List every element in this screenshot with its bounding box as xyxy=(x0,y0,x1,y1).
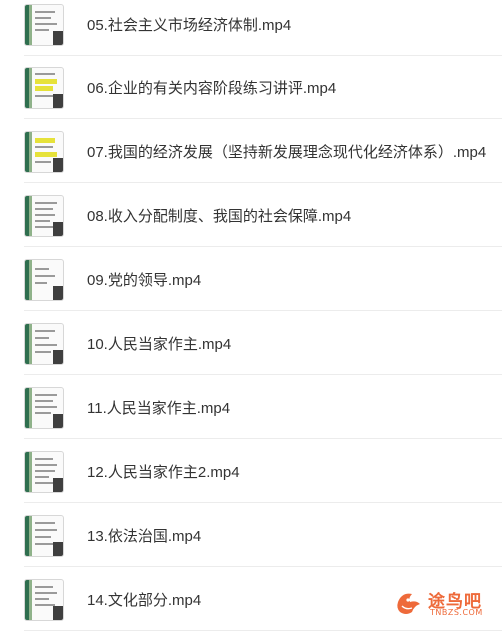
file-name: 07.我国的经济发展（坚持新发展理念现代化经济体系）.mp4 xyxy=(87,144,487,161)
file-name: 13.依法治国.mp4 xyxy=(87,528,202,545)
file-row-11[interactable]: 11.人民当家作主.mp4 xyxy=(24,377,502,439)
file-row-07[interactable]: 07.我国的经济发展（坚持新发展理念现代化经济体系）.mp4 xyxy=(24,121,502,183)
video-thumbnail-icon xyxy=(24,258,64,301)
file-row-08[interactable]: 08.收入分配制度、我国的社会保障.mp4 xyxy=(24,185,502,247)
file-name: 06.企业的有关内容阶段练习讲评.mp4 xyxy=(87,80,337,97)
video-thumbnail-icon xyxy=(24,3,64,46)
video-thumbnail-icon xyxy=(24,578,64,621)
file-row-09[interactable]: 09.党的领导.mp4 xyxy=(24,249,502,311)
file-row-06[interactable]: 06.企业的有关内容阶段练习讲评.mp4 xyxy=(24,57,502,119)
watermark: 途鸟吧 TNBZS.COM xyxy=(394,586,494,620)
file-row-05[interactable]: 05.社会主义市场经济体制.mp4 xyxy=(24,0,502,56)
video-thumbnail-icon xyxy=(24,514,64,557)
file-row-10[interactable]: 10.人民当家作主.mp4 xyxy=(24,313,502,375)
video-thumbnail-icon xyxy=(24,130,64,173)
video-thumbnail-icon xyxy=(24,450,64,493)
bird-logo-icon xyxy=(397,593,420,614)
video-thumbnail-icon xyxy=(24,66,64,109)
file-name: 14.文化部分.mp4 xyxy=(87,592,202,609)
video-thumbnail-icon xyxy=(24,386,64,429)
file-name: 09.党的领导.mp4 xyxy=(87,272,202,289)
file-name: 08.收入分配制度、我国的社会保障.mp4 xyxy=(87,208,352,225)
video-file-list: 05.社会主义市场经济体制.mp4 06.企业的有关内容阶段练习讲评.mp4 0… xyxy=(0,0,502,631)
watermark-subtext: TNBZS.COM xyxy=(430,608,483,617)
file-row-12[interactable]: 12.人民当家作主2.mp4 xyxy=(24,441,502,503)
file-name: 05.社会主义市场经济体制.mp4 xyxy=(87,17,292,34)
video-thumbnail-icon xyxy=(24,194,64,237)
video-thumbnail-icon xyxy=(24,322,64,365)
file-name: 12.人民当家作主2.mp4 xyxy=(87,464,240,481)
file-row-13[interactable]: 13.依法治国.mp4 xyxy=(24,505,502,567)
file-name: 11.人民当家作主.mp4 xyxy=(87,400,231,417)
file-name: 10.人民当家作主.mp4 xyxy=(87,336,232,353)
